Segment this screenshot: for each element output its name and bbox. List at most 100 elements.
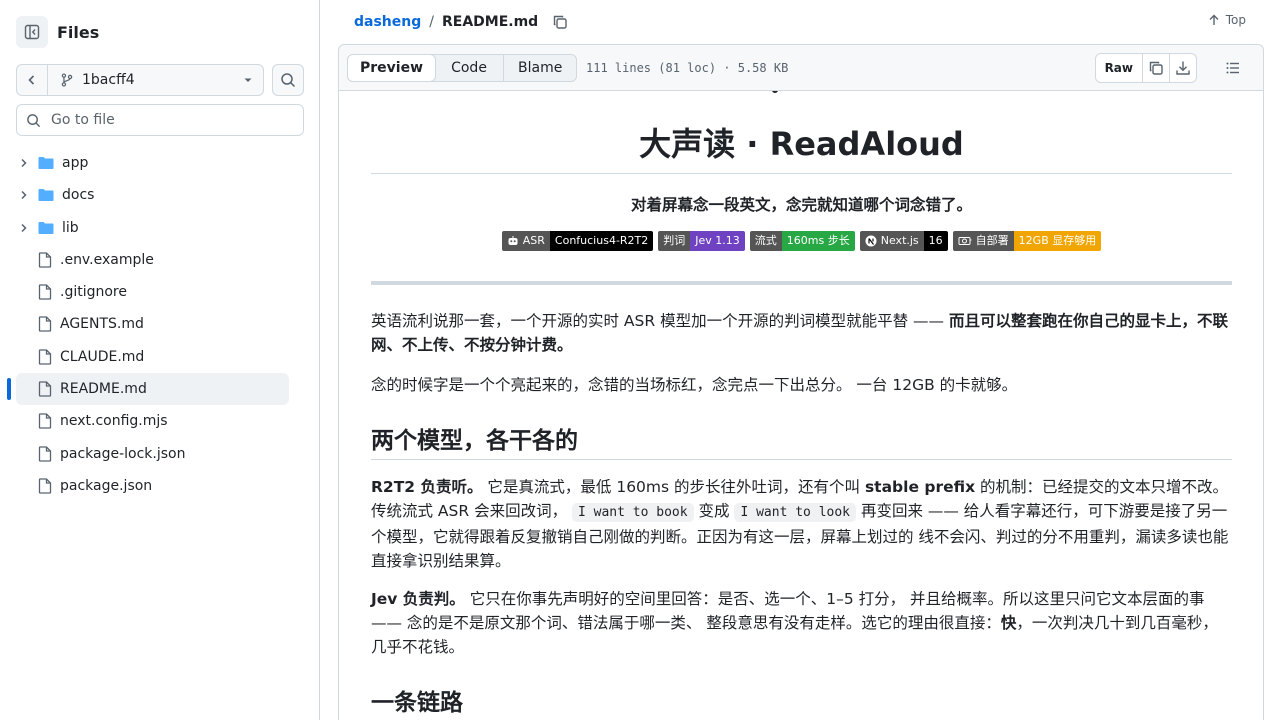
jev-bold-lead: Jev 负责判。 — [371, 590, 465, 608]
branch-select-button[interactable]: 1bacff4 — [48, 65, 263, 95]
file-icon — [38, 446, 52, 462]
file-icon — [38, 381, 52, 397]
file-icon — [38, 316, 52, 333]
nextjs-icon — [865, 235, 877, 247]
sidebar-collapse-icon — [24, 24, 40, 40]
arrow-up-icon — [1209, 14, 1219, 25]
tab-blame[interactable]: Blame — [503, 55, 576, 81]
collapse-sidebar-button[interactable] — [16, 16, 48, 48]
badge-4[interactable]: 自部署 12GB 显存够用 — [952, 231, 1102, 251]
copy-icon — [1149, 61, 1163, 75]
readme-tagline: 对着屏幕念一段英文，念完就知道哪个词念错了。 — [630, 196, 972, 214]
back-button[interactable] — [17, 65, 48, 95]
tab-code[interactable]: Code — [435, 55, 503, 81]
file-toolbar: Preview Code Blame 111 lines (81 loc) · … — [338, 44, 1264, 91]
tree-item-label: package.json — [60, 477, 153, 494]
breadcrumb-separator: / — [429, 14, 434, 30]
outline-button[interactable] — [1225, 60, 1241, 80]
go-to-file-box — [16, 104, 304, 136]
sidebar-title: Files — [57, 22, 100, 42]
breadcrumb-repo-link[interactable]: dasheng — [354, 14, 421, 30]
section-heading-pipeline: 一条链路 — [371, 690, 463, 716]
badge-value: 16 — [923, 231, 948, 251]
branch-picker: 1bacff4 — [16, 64, 264, 96]
badge-value: Jev 1.13 — [690, 231, 745, 251]
tree-item-label: CLAUDE.md — [60, 348, 145, 365]
folder-icon — [38, 188, 54, 202]
file-icon — [38, 349, 52, 365]
intro-paragraph: 英语流利说那一套，一个开源的实时 ASR 模型加一个开源的判词模型就能平替 ——… — [371, 309, 1232, 357]
image-fragment — [772, 91, 778, 93]
badge-0[interactable]: ASR Confucius4-R2T2 — [501, 231, 654, 251]
stable-prefix-bold: stable prefix — [864, 478, 976, 496]
download-button[interactable] — [1169, 54, 1196, 82]
badge-label-text: Next.js — [880, 234, 919, 247]
robot-icon — [508, 236, 518, 245]
tree-item-package-json[interactable]: package.json — [16, 470, 289, 502]
gpu-icon — [958, 237, 972, 245]
badge-label-text: 判词 — [663, 234, 686, 247]
tree-item-claude-md[interactable]: CLAUDE.md — [16, 341, 289, 373]
branch-row: 1bacff4 — [16, 64, 304, 96]
badge-3[interactable]: Next.js 16 — [859, 231, 948, 251]
jev-paragraph: Jev 负责判。 它只在你事先声明好的空间里回答：是否、选一个、1–5 打分， … — [371, 587, 1232, 659]
breadcrumb: dasheng / README.md — [354, 14, 568, 30]
tree-item-agents-md[interactable]: AGENTS.md — [16, 308, 289, 340]
horizontal-rule — [371, 281, 1232, 285]
tab-preview[interactable]: Preview — [347, 54, 437, 82]
badge-label: 自部署 — [952, 231, 1014, 251]
code-look: I want to look — [734, 503, 857, 522]
go-to-file-input[interactable] — [49, 111, 293, 129]
search-button[interactable] — [272, 64, 304, 96]
raw-button[interactable]: Raw — [1096, 54, 1142, 82]
scroll-top-button[interactable]: Top — [1208, 13, 1246, 27]
r2t2-text-3: 变成 — [693, 502, 735, 520]
badge-label-text: ASR — [522, 234, 545, 247]
list-outline-icon — [1226, 62, 1239, 74]
tree-item-label: AGENTS.md — [60, 316, 144, 333]
badge-1[interactable]: 判词 Jev 1.13 — [658, 231, 745, 251]
search-icon — [27, 113, 41, 127]
copy-path-button[interactable] — [552, 14, 568, 30]
file-info: 111 lines (81 loc) · 5.58 KB — [586, 61, 789, 75]
chevron-right-icon[interactable] — [16, 223, 32, 233]
badge-label-text: 自部署 — [975, 234, 1009, 247]
fast-bold: 快 — [1000, 614, 1017, 632]
chevron-right-icon[interactable] — [16, 190, 32, 200]
copy-raw-button[interactable] — [1142, 54, 1169, 82]
file-tree: app docs lib .env.example .gitignore AGENTS.m… — [7, 147, 304, 502]
tree-item-app[interactable]: app — [16, 147, 289, 179]
sidebar-header: Files — [16, 16, 99, 48]
main-panel: dasheng / README.md Top Preview Code Bla… — [338, 0, 1264, 720]
tree-item-package-lock-json[interactable]: package-lock.json — [16, 438, 289, 470]
tree-item-label: .env.example — [60, 251, 154, 268]
tree-item-next-config-mjs[interactable]: next.config.mjs — [16, 405, 289, 437]
view-mode-tabs: Preview Code Blame — [347, 54, 578, 82]
tree-item-env-example[interactable]: .env.example — [16, 244, 289, 276]
tree-item-docs[interactable]: docs — [16, 179, 289, 211]
r2t2-bold-lead: R2T2 负责听。 — [371, 478, 483, 496]
chevron-left-icon — [28, 75, 35, 85]
tree-item-label: package-lock.json — [60, 445, 186, 462]
badge-label: Next.js — [859, 231, 924, 251]
badge-label-text: 流式 — [754, 234, 777, 247]
file-icon — [38, 478, 52, 494]
branch-name: 1bacff4 — [82, 72, 135, 88]
file-icon — [38, 284, 52, 300]
badge-value: 160ms 步长 — [781, 231, 855, 251]
tree-item-lib[interactable]: lib — [16, 212, 289, 244]
tree-item-label: app — [62, 155, 89, 171]
intro-text: 英语流利说那一套，一个开源的实时 ASR 模型加一个开源的判词模型就能平替 —— — [371, 312, 949, 330]
tree-item-label: next.config.mjs — [60, 413, 168, 430]
tree-item-gitignore[interactable]: .gitignore — [16, 276, 289, 308]
chevron-right-icon[interactable] — [16, 158, 32, 168]
badge-value: Confucius4-R2T2 — [549, 231, 654, 251]
r2t2-text-1: 它是真流式，最低 160ms 的步长往外吐词，还有个叫 — [482, 478, 865, 496]
copy-icon — [554, 15, 567, 29]
tree-item-readme-md[interactable]: README.md — [7, 373, 289, 406]
file-header: dasheng / README.md Top — [338, 0, 1264, 44]
readme-title: 大声读 · ReadAloud — [639, 125, 964, 163]
folder-icon — [38, 221, 54, 235]
code-book: I want to book — [572, 503, 694, 522]
badge-2[interactable]: 流式 160ms 步长 — [749, 231, 855, 251]
